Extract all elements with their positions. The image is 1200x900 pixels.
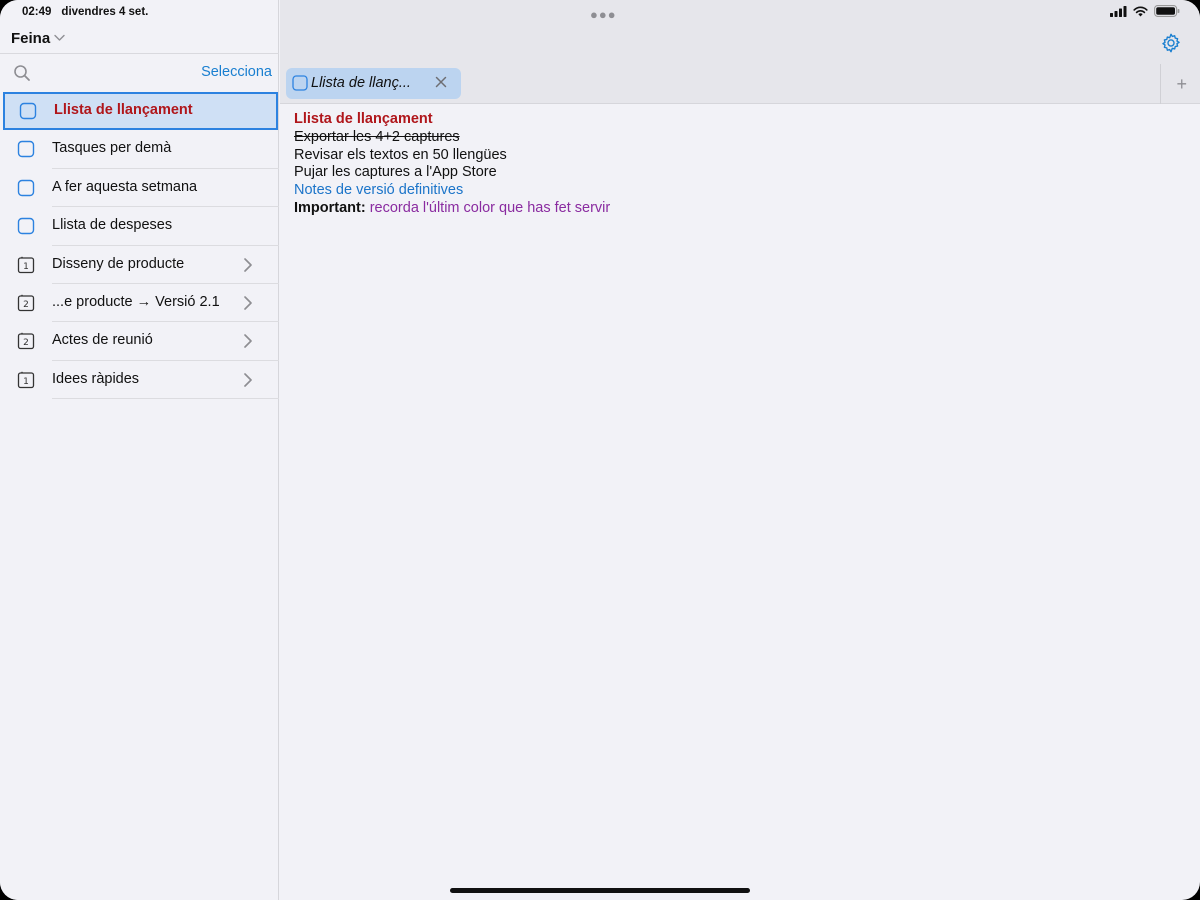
checklist-icon <box>17 217 35 235</box>
editor-area: ●●● Llista de llanç... + Llista de llanç… <box>280 0 1200 900</box>
svg-text:1: 1 <box>23 262 29 272</box>
svg-text:1: 1 <box>23 377 29 387</box>
important-label: Important: <box>294 199 366 216</box>
home-indicator[interactable] <box>450 888 750 893</box>
chevron-right-icon <box>244 334 252 349</box>
folder-badge-icon: 1 <box>17 256 35 273</box>
status-bar-left: 02:49 divendres 4 set. <box>22 5 148 19</box>
add-tab-icon[interactable]: + <box>1176 74 1187 95</box>
list-item[interactable]: Tasques per demà <box>0 130 279 170</box>
list-item-label: A fer aquesta setmana <box>52 178 198 195</box>
gear-icon[interactable] <box>1160 32 1182 54</box>
checklist-icon <box>17 141 35 158</box>
svg-text:2: 2 <box>23 339 29 349</box>
status-date: divendres 4 set. <box>61 6 149 18</box>
tab-current-note[interactable]: Llista de llanç... <box>286 68 461 99</box>
select-button[interactable]: Selecciona <box>201 64 272 80</box>
battery-icon <box>1154 5 1180 17</box>
search-row: Selecciona <box>0 53 279 91</box>
list-item[interactable]: Llista de despeses <box>0 207 279 246</box>
sidebar: 02:49 divendres 4 set. Feina Selecciona … <box>0 0 279 900</box>
note-list: Llista de llançament Tasques per demà A … <box>0 92 279 400</box>
wifi-icon <box>1133 6 1148 16</box>
list-item[interactable]: 1 Disseny de producte <box>0 246 279 285</box>
chevron-right-icon <box>244 372 252 387</box>
list-item-label: Llista de despeses <box>52 217 173 234</box>
checklist-icon <box>292 75 308 91</box>
tab-divider <box>1160 64 1161 104</box>
folder-badge-icon: 2 <box>17 294 35 312</box>
important-text: recorda l'últim color que has fet servir <box>369 199 611 216</box>
note-line: Revisar els textos en 50 llengües <box>294 146 507 163</box>
status-bar-right <box>1110 5 1180 17</box>
ipad-screen: 02:49 divendres 4 set. Feina Selecciona … <box>0 0 1200 900</box>
chevron-down-icon <box>54 34 65 41</box>
list-item-label: Llista de llançament <box>54 102 193 118</box>
chevron-right-icon <box>244 257 252 272</box>
chevron-right-icon <box>244 296 252 310</box>
note-line: Pujar les captures a l'App Store <box>294 164 497 181</box>
list-item[interactable]: Llista de llançament <box>3 92 278 131</box>
toolbar: ●●● Llista de llanç... + <box>280 0 1200 104</box>
cellular-signal-icon <box>1110 5 1127 17</box>
folder-selector[interactable]: Feina <box>11 28 65 48</box>
list-item[interactable]: A fer aquesta setmana <box>0 169 279 208</box>
list-item-label: ...e producte → Versió 2.1 <box>52 293 220 310</box>
tab-label: Llista de llanç... <box>311 75 411 91</box>
close-icon[interactable] <box>435 76 447 88</box>
note-line-done: Exportar les 4+2 captures <box>294 128 460 145</box>
list-item[interactable]: 1 Idees ràpides <box>0 361 279 400</box>
note-line-important: Important: recorda l'últim color que has… <box>294 200 610 218</box>
list-item[interactable]: 2 Actes de reunió <box>0 322 279 362</box>
folder-title: Feina <box>11 29 51 47</box>
note-title: Llista de llançament <box>294 111 433 127</box>
list-item[interactable]: 2 ...e producte → Versió 2.1 <box>0 284 279 323</box>
list-item-label: Idees ràpides <box>52 370 140 387</box>
search-icon[interactable] <box>13 64 31 82</box>
checklist-icon <box>19 102 37 120</box>
multitasking-dots-icon[interactable]: ●●● <box>590 7 617 22</box>
list-item-label: Tasques per demà <box>52 140 172 157</box>
list-item-label: Disseny de producte <box>52 255 185 272</box>
list-item-label: Actes de reunió <box>52 332 153 349</box>
status-time: 02:49 <box>22 6 52 18</box>
svg-text:2: 2 <box>23 300 29 310</box>
checklist-icon <box>17 179 35 196</box>
note-line-blue: Notes de versió definitives <box>294 182 464 199</box>
note-content[interactable]: Llista de llançament Exportar les 4+2 ca… <box>294 111 610 218</box>
folder-badge-icon: 2 <box>17 333 35 350</box>
folder-badge-icon: 1 <box>17 371 35 388</box>
